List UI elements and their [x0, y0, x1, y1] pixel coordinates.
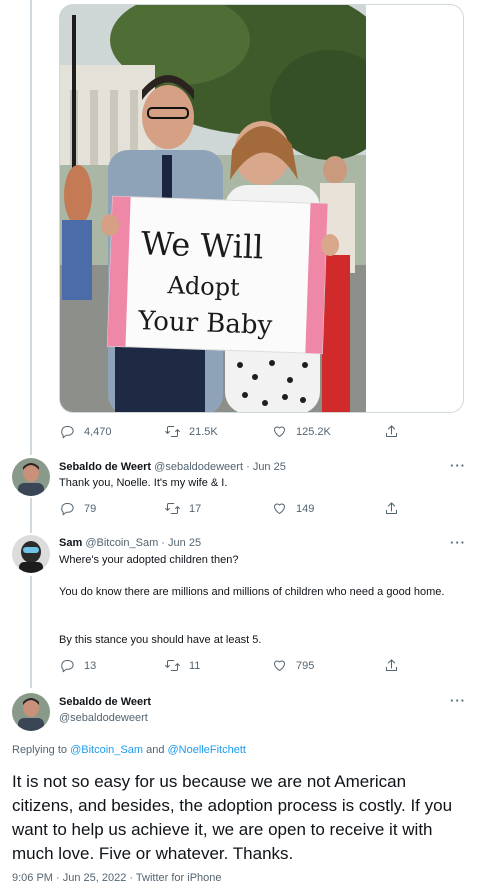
avatar[interactable]: [12, 458, 50, 496]
avatar[interactable]: [12, 693, 50, 731]
mention-link[interactable]: @Bitcoin_Sam: [70, 744, 143, 756]
like-action[interactable]: 149: [272, 501, 314, 516]
sign-line-3: Your Baby: [137, 306, 273, 341]
reply-action[interactable]: 79: [60, 501, 96, 516]
reply-count: 79: [84, 502, 97, 515]
display-name[interactable]: Sam: [59, 537, 82, 549]
reply-action[interactable]: 4,470: [60, 424, 112, 439]
replying-to: Replying to @Bitcoin_Sam and @NoelleFitc…: [12, 744, 246, 756]
reply-icon: [61, 426, 74, 439]
retweet-count: 11: [189, 659, 201, 672]
handle[interactable]: @sebaldodeweert: [154, 461, 243, 473]
share-icon: [386, 659, 397, 671]
avatar[interactable]: [12, 535, 50, 573]
mention-link[interactable]: @NoelleFitchett: [168, 744, 246, 756]
retweet-action[interactable]: 17: [165, 501, 201, 516]
tweet-photo-card[interactable]: We Will Adopt Your Baby: [59, 4, 464, 413]
like-count: 149: [296, 502, 315, 515]
share-icon: [386, 502, 397, 514]
retweet-action[interactable]: 11: [165, 658, 200, 673]
tweet-text-line-3: By this stance you should have at least …: [59, 634, 262, 646]
reply-count: 13: [84, 659, 97, 672]
retweet-icon: [165, 426, 180, 437]
tweet-date[interactable]: Jun 25: [168, 537, 201, 549]
share-action[interactable]: [384, 424, 399, 439]
tweet-photo[interactable]: We Will Adopt Your Baby: [60, 5, 366, 412]
more-icon[interactable]: ···: [450, 693, 466, 708]
separator: ·: [246, 461, 250, 473]
separator: ·: [161, 537, 165, 549]
handle[interactable]: @Bitcoin_Sam: [85, 537, 158, 549]
thread-line: [30, 576, 32, 688]
sign-line-1: We Will: [140, 224, 264, 266]
reply-icon: [61, 503, 74, 516]
thread-line: [30, 0, 32, 455]
like-icon: [274, 503, 285, 514]
tweet-text-line-2: You do know there are millions and milli…: [59, 586, 445, 598]
replying-prefix: Replying to: [12, 744, 68, 756]
share-action[interactable]: [384, 658, 399, 673]
display-name[interactable]: Sebaldo de Weert: [59, 696, 151, 708]
share-action[interactable]: [384, 501, 399, 516]
main-handle[interactable]: @sebaldodeweert: [59, 712, 148, 724]
like-action[interactable]: 795: [272, 658, 314, 673]
like-icon: [274, 426, 285, 437]
retweet-count: 21.5K: [189, 425, 218, 438]
main-tweet-text: It is not so easy for us because we are …: [12, 772, 453, 863]
tweet-timestamp[interactable]: 9:06 PM · Jun 25, 2022 · Twitter for iPh…: [12, 872, 222, 884]
share-icon: [386, 425, 397, 437]
sign-line-2: Adopt: [166, 271, 240, 302]
retweet-action[interactable]: 21.5K: [165, 424, 218, 439]
main-display-name[interactable]: Sebaldo de Weert: [59, 696, 151, 708]
more-icon[interactable]: ···: [450, 535, 466, 550]
reply-action[interactable]: 13: [60, 658, 96, 673]
replying-and: and: [146, 744, 165, 756]
tweet-header: Sam @Bitcoin_Sam · Jun 25: [59, 537, 201, 549]
thread-line: [30, 498, 32, 533]
retweet-icon: [165, 503, 180, 514]
display-name[interactable]: Sebaldo de Weert: [59, 461, 151, 473]
tweet-text-line-1: Where's your adopted children then?: [59, 554, 239, 566]
like-action[interactable]: 125.2K: [272, 424, 331, 439]
like-icon: [274, 660, 285, 671]
retweet-icon: [165, 660, 180, 671]
tweet-header: Sebaldo de Weert @sebaldodeweert · Jun 2…: [59, 461, 286, 473]
reply-count: 4,470: [84, 425, 112, 438]
retweet-count: 17: [189, 502, 202, 515]
reply-icon: [61, 660, 74, 673]
more-icon[interactable]: ···: [450, 458, 466, 473]
tweet-date[interactable]: Jun 25: [253, 461, 286, 473]
like-count: 125.2K: [296, 425, 331, 438]
tweet-text: Thank you, Noelle. It's my wife & I.: [59, 477, 228, 489]
like-count: 795: [296, 659, 315, 672]
